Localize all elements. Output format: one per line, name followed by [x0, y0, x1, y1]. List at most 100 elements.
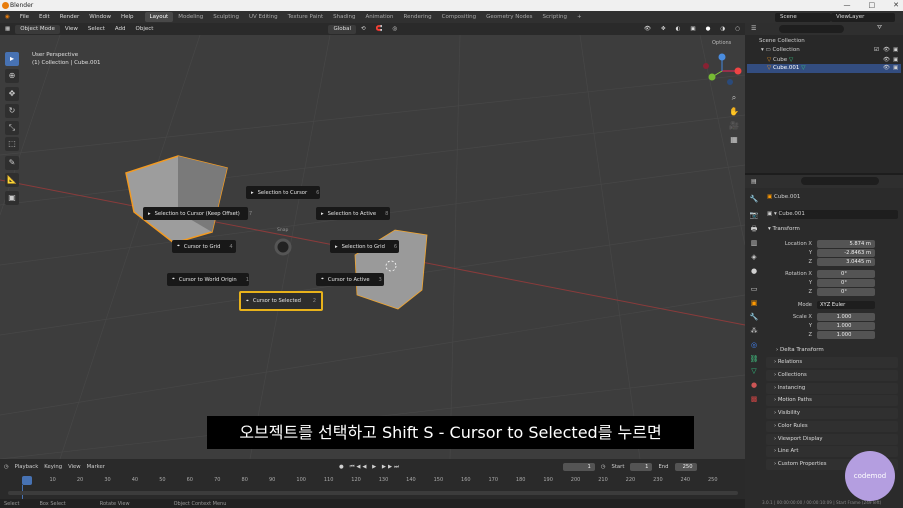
shading-material-icon[interactable]: ◑ — [715, 26, 730, 32]
particles-tab-icon[interactable]: ⁂ — [749, 326, 759, 336]
location-z-field[interactable]: 3.0445 m — [817, 258, 875, 266]
blender-menu-icon[interactable]: ◉ — [0, 14, 15, 20]
viewport-menu-view[interactable]: View — [60, 26, 83, 32]
pie-item-cursor-to-grid[interactable]: ⌖ Cursor to Grid 4 — [172, 240, 236, 253]
cursor-tool-icon[interactable]: ⊕ — [5, 69, 19, 83]
eye-icon[interactable]: 👁 — [883, 65, 890, 71]
orientation-dropdown[interactable]: Global — [328, 24, 357, 34]
shading-rendered-icon[interactable]: ○ — [730, 26, 745, 32]
pie-item-cursor-to-world-origin[interactable]: ⌖ Cursor to World Origin 1 — [167, 273, 249, 286]
add-workspace-button[interactable]: + — [572, 12, 587, 22]
data-tab-icon[interactable]: ▽ — [749, 366, 759, 376]
tab-shading[interactable]: Shading — [328, 12, 360, 22]
maximize-button[interactable]: □ — [869, 1, 876, 9]
pie-item-selection-to-cursor-keep-offset[interactable]: ▸ Selection to Cursor (Keep Offset) 7 — [143, 207, 252, 220]
camera-render-icon[interactable]: ▣ — [893, 65, 898, 71]
delta-transform-panel[interactable]: › Delta Transform — [776, 347, 824, 353]
scale-x-field[interactable]: 1.000 — [817, 313, 875, 321]
grid-view-icon[interactable]: ▦ — [727, 133, 741, 147]
visibility-icon[interactable]: 👁 — [639, 26, 656, 32]
outliner-collection[interactable]: ▾ ▭ Collection — [761, 47, 800, 53]
tab-uv-editing[interactable]: UV Editing — [244, 12, 283, 22]
add-cube-tool-icon[interactable]: ▣ — [5, 191, 19, 205]
end-frame-field[interactable]: 250 — [674, 463, 697, 471]
section-instancing[interactable]: › Instancing — [766, 383, 898, 394]
transform-tool-icon[interactable]: ⬚ — [5, 137, 19, 151]
move-tool-icon[interactable]: ✥ — [5, 87, 19, 101]
pie-item-selection-to-cursor[interactable]: ▸ Selection to Cursor 6 — [246, 186, 320, 199]
minimize-button[interactable]: — — [844, 1, 851, 9]
render-tab-icon[interactable]: 📷 — [749, 210, 759, 220]
timeline-scrollbar[interactable] — [8, 491, 738, 495]
timeline-menu-view[interactable]: View — [68, 464, 81, 470]
view-layer-selector[interactable]: ViewLayer — [831, 12, 895, 22]
outliner-search-input[interactable] — [779, 25, 844, 33]
shading-solid-icon[interactable]: ● — [701, 26, 716, 32]
xray-icon[interactable]: ▣ — [685, 26, 700, 32]
scale-tool-icon[interactable]: ⤡ — [5, 121, 19, 135]
timeline-menu-keying[interactable]: Keying — [44, 464, 62, 470]
scale-z-field[interactable]: 1.000 — [817, 331, 875, 339]
scale-y-field[interactable]: 1.000 — [817, 322, 875, 330]
navigation-gizmo[interactable] — [703, 53, 742, 86]
menu-edit[interactable]: Edit — [34, 14, 55, 20]
scene-selector[interactable]: Scene — [775, 12, 831, 22]
playhead[interactable] — [22, 476, 32, 485]
viewport-menu-object[interactable]: Object — [131, 26, 159, 32]
start-frame-field[interactable]: 1 — [630, 463, 653, 471]
tab-geometry-nodes[interactable]: Geometry Nodes — [481, 12, 537, 22]
properties-editor-icon[interactable]: ▤ — [751, 178, 757, 185]
section-collections[interactable]: › Collections — [766, 370, 898, 381]
camera-render-icon[interactable]: ▣ — [893, 47, 898, 53]
tab-sculpting[interactable]: Sculpting — [208, 12, 244, 22]
viewport-menu-add[interactable]: Add — [110, 26, 131, 32]
current-frame-field[interactable]: 1 — [562, 463, 595, 471]
tab-animation[interactable]: Animation — [360, 12, 398, 22]
proportional-edit-icon[interactable]: ◎ — [387, 26, 402, 32]
section-visibility[interactable]: › Visibility — [766, 408, 898, 419]
rotation-x-field[interactable]: 0° — [817, 270, 875, 278]
outliner-scene-collection[interactable]: Scene Collection — [759, 38, 805, 44]
camera-render-icon[interactable]: ▣ — [893, 57, 898, 63]
outliner-editor-icon[interactable]: ☰ — [751, 25, 756, 32]
measure-tool-icon[interactable]: 📐 — [5, 173, 19, 187]
annotate-tool-icon[interactable]: ✎ — [5, 156, 19, 170]
pie-item-cursor-to-active[interactable]: ⌖ Cursor to Active 3 — [316, 273, 384, 286]
pan-hand-icon[interactable]: ✋ — [727, 105, 741, 119]
playback-controls-icon[interactable]: ⏮◀◀ ▶ ▶▶⏭ — [350, 464, 401, 471]
outliner-item-cube[interactable]: ▽ Cube ▽ — [767, 57, 793, 63]
editor-type-icon[interactable]: ▦ — [0, 26, 15, 32]
tab-texture-paint[interactable]: Texture Paint — [283, 12, 329, 22]
menu-window[interactable]: Window — [84, 14, 116, 20]
timeline-editor-icon[interactable]: ◷ — [4, 464, 9, 470]
overlay-icon[interactable]: ◐ — [671, 26, 686, 32]
tool-tab-icon[interactable]: 🔧 — [749, 194, 759, 204]
select-tool-icon[interactable]: ▸ — [5, 52, 19, 66]
camera-icon[interactable]: 🎥 — [727, 119, 741, 133]
pivot-icon[interactable]: ⟲ — [356, 26, 371, 32]
constraints-tab-icon[interactable]: ⛓ — [749, 354, 759, 364]
section-relations[interactable]: › Relations — [766, 357, 898, 368]
modifier-tab-icon[interactable]: 🔧 — [749, 312, 759, 322]
timeline-ruler[interactable]: 1102030405060708090100110120130140150160… — [22, 476, 722, 486]
object-name-row[interactable]: ▣ Cube.001 — [767, 194, 800, 200]
mode-dropdown[interactable]: Object Mode — [15, 24, 60, 34]
snap-icon[interactable]: 🧲 — [371, 26, 388, 32]
viewport-menu-select[interactable]: Select — [83, 26, 110, 32]
3d-viewport[interactable]: User Perspective (1) Collection | Cube.0… — [0, 35, 745, 459]
section-motion-paths[interactable]: › Motion Paths — [766, 395, 898, 406]
rotation-y-field[interactable]: 0° — [817, 279, 875, 287]
section-viewport-display[interactable]: › Viewport Display — [766, 434, 898, 445]
menu-help[interactable]: Help — [116, 14, 139, 20]
properties-search-input[interactable] — [801, 177, 879, 185]
rotation-z-field[interactable]: 0° — [817, 288, 875, 296]
output-tab-icon[interactable]: 🖶 — [749, 224, 759, 234]
pie-item-selection-to-active[interactable]: ▸ Selection to Active 8 — [316, 207, 390, 220]
world-tab-icon[interactable]: ● — [749, 266, 759, 276]
eye-icon[interactable]: 👁 — [883, 47, 890, 53]
rotate-tool-icon[interactable]: ↻ — [5, 104, 19, 118]
collection-checkbox-icon[interactable]: ☑ — [874, 47, 879, 53]
location-x-field[interactable]: 5.874 m — [817, 240, 875, 248]
physics-tab-icon[interactable]: ◎ — [749, 340, 759, 350]
menu-render[interactable]: Render — [55, 14, 85, 20]
